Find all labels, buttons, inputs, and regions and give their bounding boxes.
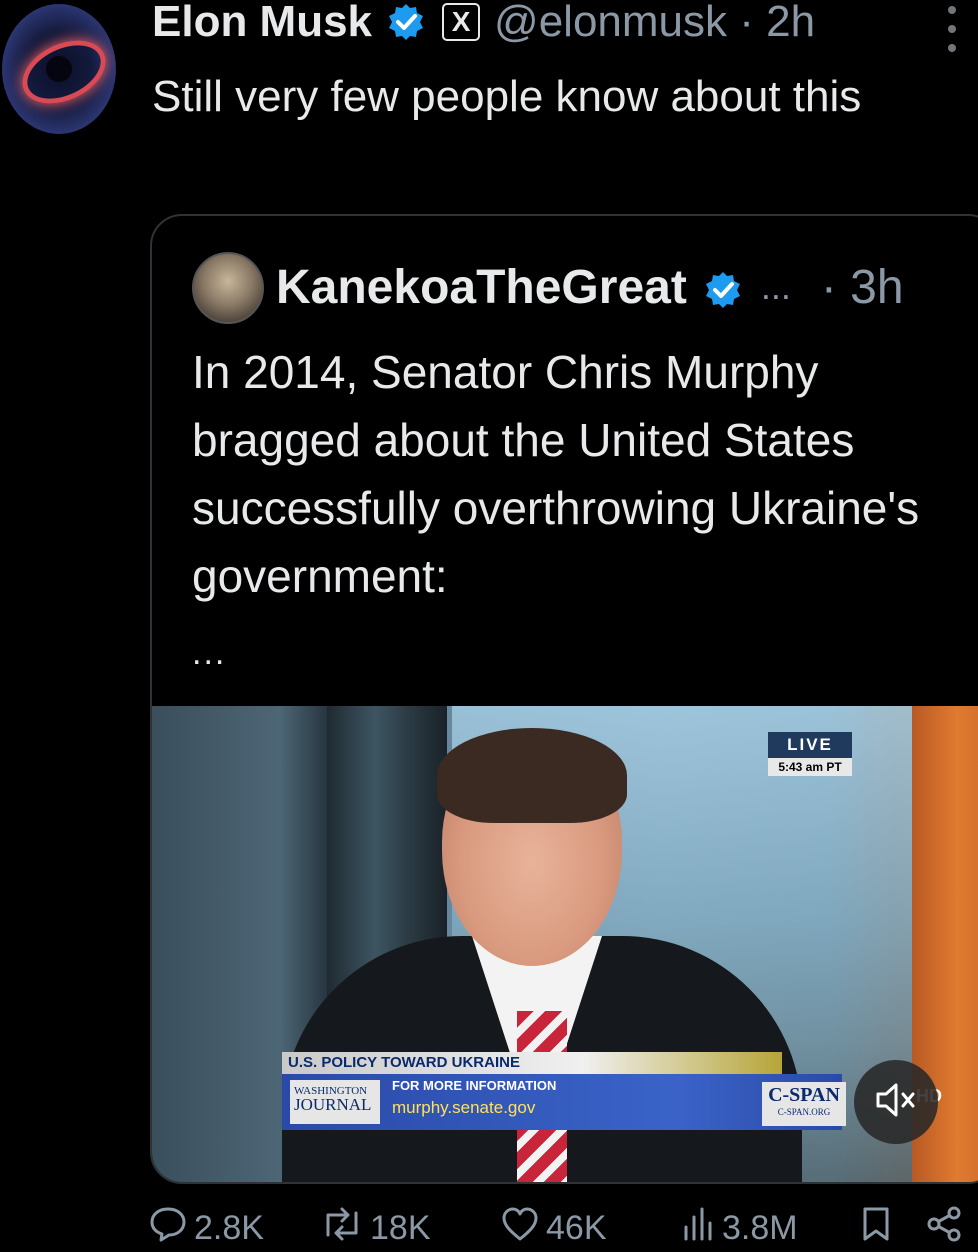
live-time: 5:43 am PT	[768, 758, 852, 776]
live-label: LIVE	[768, 732, 852, 758]
reply-count: 2.8K	[194, 1209, 264, 1247]
tweet-header: Elon Musk X @elonmusk · 2h	[152, 0, 815, 50]
video-person-hair	[437, 728, 627, 823]
quoted-tweet-card[interactable]: KanekoaTheGreat ... · 3h In 2014, Senato…	[150, 214, 978, 1184]
cspan-org-text: C-SPAN.ORG	[777, 1107, 831, 1117]
views-count: 3.8M	[722, 1209, 798, 1247]
more-options-icon[interactable]	[940, 6, 964, 52]
washington-journal-logo: WASHINGTON JOURNAL	[290, 1080, 380, 1124]
speaker-muted-icon	[874, 1080, 918, 1125]
info-url: murphy.senate.gov	[392, 1098, 536, 1117]
repost-count: 18K	[370, 1209, 431, 1247]
like-count: 46K	[546, 1209, 607, 1247]
share-button[interactable]	[924, 1206, 970, 1251]
repost-button[interactable]: 18K	[320, 1206, 431, 1251]
avatar-core-graphic	[46, 56, 72, 82]
quoted-dots: ...	[760, 266, 791, 307]
mute-toggle-button[interactable]	[854, 1060, 938, 1144]
reply-icon	[148, 1205, 194, 1252]
author-name[interactable]: Elon Musk	[152, 0, 372, 47]
tweet-action-bar: 2.8K 18K 46K 3.8M	[148, 1206, 978, 1251]
quoted-time: · 3h	[820, 260, 904, 314]
cspan-text: C-SPAN	[768, 1084, 840, 1106]
views-button[interactable]: 3.8M	[680, 1206, 798, 1251]
share-icon	[924, 1205, 970, 1252]
tweet-text: Still very few people know about this	[152, 72, 862, 121]
bookmark-icon	[860, 1205, 898, 1252]
cspan-logo: C-SPAN C-SPAN.ORG	[762, 1082, 846, 1126]
heart-icon	[500, 1205, 546, 1252]
video-player[interactable]: LIVE 5:43 am PT U.S. POLICY TOWARD UKRAI…	[152, 706, 978, 1182]
verified-badge-icon	[703, 267, 743, 308]
author-avatar[interactable]	[2, 4, 116, 134]
quoted-author-name[interactable]: KanekoaTheGreat	[276, 260, 687, 315]
logo-line-2: JOURNAL	[294, 1095, 372, 1114]
verified-badge-icon	[386, 2, 426, 42]
repost-icon	[320, 1205, 370, 1252]
chyron-title: U.S. POLICY TOWARD UKRAINE	[282, 1052, 782, 1074]
live-indicator: LIVE 5:43 am PT	[768, 732, 852, 776]
more-info-label: FOR MORE INFORMATION	[392, 1078, 557, 1093]
quoted-author-avatar[interactable]	[192, 252, 264, 324]
like-button[interactable]: 46K	[500, 1206, 607, 1251]
quoted-tweet-header: KanekoaTheGreat ... · 3h	[276, 254, 904, 320]
quoted-tweet-text: In 2014, Senator Chris Murphy bragged ab…	[192, 346, 920, 602]
reply-button[interactable]: 2.8K	[148, 1206, 264, 1251]
x-affiliation-badge: X	[442, 3, 481, 41]
handle-and-time[interactable]: @elonmusk · 2h	[494, 0, 815, 47]
views-bar-chart-icon	[680, 1205, 722, 1252]
bookmark-button[interactable]	[860, 1206, 898, 1251]
show-more-ellipsis[interactable]: ...	[192, 634, 226, 673]
